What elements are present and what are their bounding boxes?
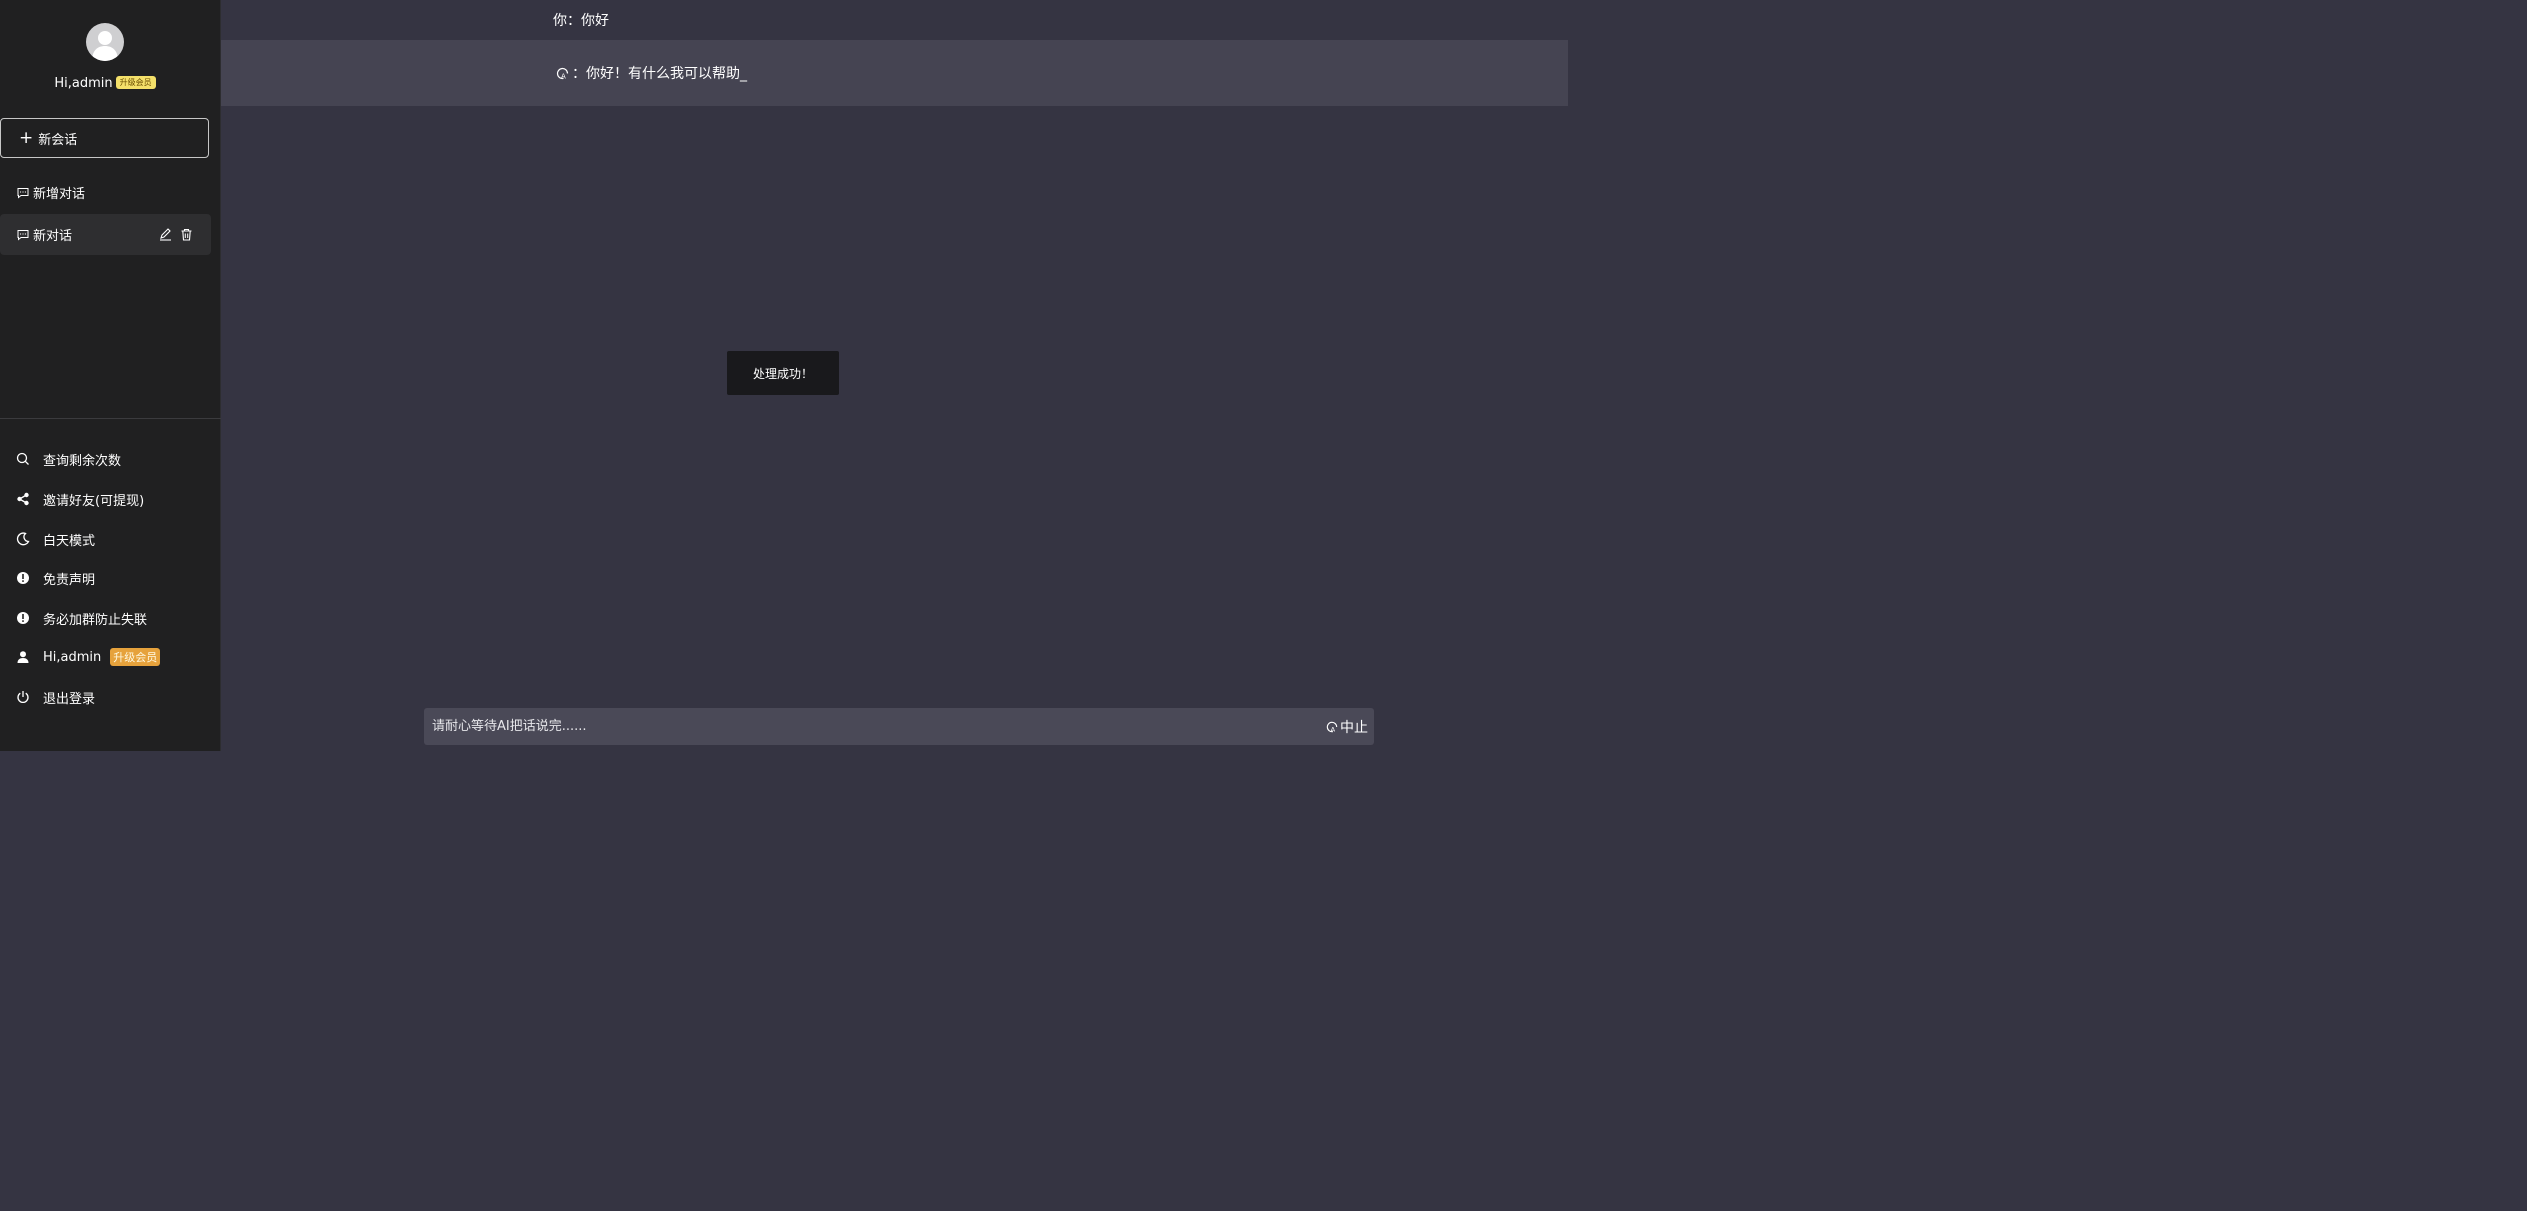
conversation-label: 新对话 bbox=[33, 229, 73, 244]
alert-icon bbox=[16, 571, 30, 585]
user-avatar-icon bbox=[92, 31, 118, 61]
menu-query-remaining[interactable]: 查询剩余次数 bbox=[0, 444, 220, 474]
ai-logo-icon: A bbox=[1326, 721, 1338, 733]
new-chat-button[interactable]: + 新会话 bbox=[0, 118, 209, 158]
menu-join-group[interactable]: 务必加群防止失联 bbox=[0, 603, 220, 633]
menu-label: 白天模式 bbox=[43, 533, 96, 549]
ai-message-text: ：你好！有什么我可以帮助_ bbox=[572, 66, 747, 82]
conversation-item[interactable]: 新增对话 bbox=[0, 172, 211, 213]
menu-label: 务必加群防止失联 bbox=[43, 612, 148, 628]
message-input[interactable] bbox=[424, 707, 1325, 746]
menu-invite-friends[interactable]: 邀请好友(可提现) bbox=[0, 484, 220, 514]
edit-icon[interactable] bbox=[159, 228, 172, 241]
menu-label: 免责声明 bbox=[43, 572, 96, 588]
svg-text:A: A bbox=[561, 72, 566, 80]
menu-label: Hi,admin bbox=[43, 649, 102, 665]
moon-icon bbox=[16, 532, 30, 546]
alert-icon bbox=[16, 611, 30, 625]
user-message-text: 你：你好 bbox=[553, 12, 609, 29]
success-toast: 处理成功！ bbox=[727, 351, 839, 395]
stop-button[interactable]: A 中止 bbox=[1325, 717, 1368, 737]
user-icon bbox=[16, 650, 30, 664]
delete-icon[interactable] bbox=[180, 228, 193, 241]
menu-disclaimer[interactable]: 免责声明 bbox=[0, 563, 220, 593]
chat-bubble-icon bbox=[17, 187, 29, 199]
ai-message-row: A ：你好！有什么我可以帮助_ bbox=[221, 40, 1568, 106]
chat-area: 你：你好 A ：你好！有什么我可以帮助_ 处理成功！ A 中止 bbox=[221, 0, 1568, 751]
menu-label: 退出登录 bbox=[43, 691, 96, 707]
chat-bubble-icon bbox=[17, 229, 29, 241]
menu-user[interactable]: Hi,admin 升级会员 bbox=[0, 642, 220, 672]
upgrade-badge[interactable]: 升级会员 bbox=[110, 648, 161, 666]
conversation-label: 新增对话 bbox=[33, 187, 86, 202]
share-icon bbox=[16, 492, 30, 506]
ai-logo-icon: A bbox=[556, 67, 569, 80]
user-message-row: 你：你好 bbox=[221, 0, 1568, 39]
search-icon bbox=[16, 452, 30, 466]
sidebar-divider bbox=[0, 418, 221, 419]
new-chat-label: 新会话 bbox=[38, 132, 78, 148]
menu-logout[interactable]: 退出登录 bbox=[0, 682, 220, 712]
input-bar: A 中止 bbox=[424, 707, 1374, 746]
sidebar: Hi,admin 升级会员 + 新会话 新增对话 新对话 查询剩余次数 邀请好友… bbox=[0, 0, 221, 751]
greeting-text: Hi,admin bbox=[54, 76, 113, 91]
plus-icon: + bbox=[19, 127, 34, 148]
svg-text:A: A bbox=[1331, 725, 1336, 733]
menu-day-mode[interactable]: 白天模式 bbox=[0, 524, 220, 554]
upgrade-badge[interactable]: 升级会员 bbox=[115, 76, 156, 89]
menu-label: 查询剩余次数 bbox=[43, 453, 122, 469]
conversation-item-active[interactable]: 新对话 bbox=[0, 214, 211, 255]
avatar[interactable] bbox=[86, 23, 124, 61]
user-greeting: Hi,admin 升级会员 bbox=[0, 76, 210, 91]
stop-label: 中止 bbox=[1340, 719, 1368, 736]
menu-label: 邀请好友(可提现) bbox=[43, 493, 145, 509]
power-icon bbox=[16, 690, 30, 704]
